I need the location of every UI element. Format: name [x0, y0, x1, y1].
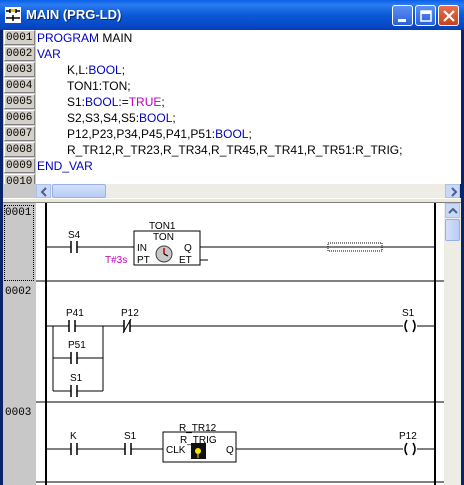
line-number-gutter: 0001 0002 0003 0004 0005 0006 0007 0008 … — [3, 30, 36, 184]
scroll-thumb[interactable] — [445, 219, 460, 241]
code-line: S2,S3,S4,S5:BOOL; — [67, 111, 176, 125]
maximize-button[interactable] — [415, 5, 436, 26]
scroll-right-button[interactable] — [445, 184, 460, 198]
contact-label: P41 — [66, 308, 84, 319]
pin-label: CLK — [166, 445, 186, 456]
coil-label: S1 — [402, 308, 415, 319]
line-number: 0008 — [4, 142, 35, 157]
line-number: 0004 — [4, 78, 35, 93]
scroll-thumb[interactable] — [52, 184, 106, 198]
horizontal-scrollbar[interactable] — [36, 184, 460, 198]
vertical-scrollbar[interactable] — [444, 203, 461, 485]
scroll-left-button[interactable] — [36, 184, 51, 198]
chevron-right-icon — [451, 187, 458, 197]
contact-label: S4 — [68, 230, 81, 241]
code-line: VAR — [37, 47, 61, 61]
trigger-icon — [191, 443, 206, 459]
line-number: 0009 — [4, 158, 35, 173]
contact-label: P12 — [121, 308, 139, 319]
line-number: 0007 — [4, 126, 35, 141]
window-title: MAIN (PRG-LD) — [26, 7, 122, 22]
contact-label: K — [70, 431, 77, 442]
title-bar[interactable]: MAIN (PRG-LD) — [0, 0, 464, 30]
contact-label: S1 — [124, 431, 137, 442]
pin-label: Q — [184, 243, 192, 254]
ld-program-icon — [5, 7, 21, 23]
ladder-editor[interactable]: 0001 0002 0003 S4 TON1 TON IN PT Q ET T#… — [3, 203, 444, 485]
block-type-label: TON — [153, 232, 174, 243]
scroll-up-button[interactable] — [445, 203, 460, 218]
pin-label: IN — [137, 243, 147, 254]
code-line: R_TR12,R_TR23,R_TR34,R_TR45,R_TR41,R_TR5… — [67, 143, 403, 157]
coil-label: P12 — [399, 431, 417, 442]
timer-icon — [155, 245, 173, 263]
close-button[interactable] — [438, 5, 459, 26]
contact-label: P51 — [68, 340, 86, 351]
scroll-corner — [3, 184, 36, 198]
code-line: TON1:TON; — [67, 79, 131, 93]
pin-label: ET — [179, 255, 192, 266]
code-line: S1:BOOL:=TRUE; — [67, 95, 165, 109]
block-instance-label: TON1 — [149, 221, 176, 232]
code-line: PROGRAM MAIN — [37, 31, 133, 45]
line-number: 0010 — [4, 174, 35, 184]
ladder-diagram: S4 TON1 TON IN PT Q ET T#3s P41 P12 S1 P… — [36, 203, 444, 485]
pin-label: PT — [137, 255, 150, 266]
pt-value: T#3s — [105, 255, 127, 266]
block-instance-label: R_TR12 — [179, 423, 217, 434]
minimize-icon — [398, 19, 406, 22]
line-number: 0002 — [4, 46, 35, 61]
editor-window: MAIN (PRG-LD) 0001 0002 0003 0004 0005 0… — [0, 0, 464, 485]
chevron-up-icon — [448, 207, 458, 214]
declaration-editor[interactable]: 0001 0002 0003 0004 0005 0006 0007 0008 … — [3, 30, 461, 184]
maximize-icon — [420, 10, 432, 22]
line-number: 0006 — [4, 110, 35, 125]
line-number: 0005 — [4, 94, 35, 109]
minimize-button[interactable] — [392, 5, 413, 26]
close-icon — [443, 10, 455, 22]
contact-label: S1 — [70, 373, 83, 384]
code-line: END_VAR — [37, 159, 93, 173]
pin-label: Q — [226, 445, 234, 456]
code-line: P12,P23,P34,P45,P41,P51:BOOL; — [67, 127, 252, 141]
chevron-left-icon — [40, 187, 47, 197]
line-number: 0001 — [4, 30, 35, 45]
code-line: K,L:BOOL; — [67, 63, 126, 77]
line-number: 0003 — [4, 62, 35, 77]
